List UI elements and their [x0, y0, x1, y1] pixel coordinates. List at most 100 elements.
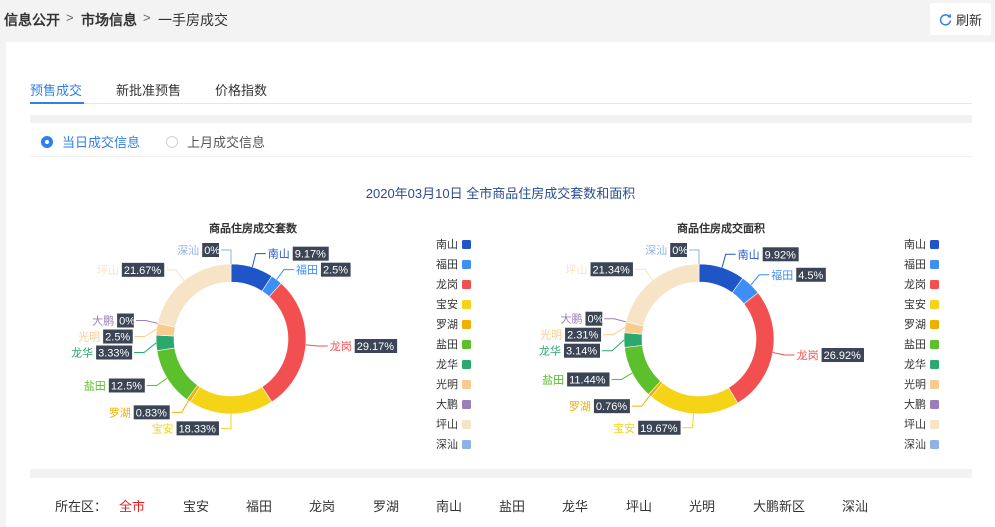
legend-swatch[interactable]: [930, 280, 939, 289]
district-option[interactable]: 全市: [119, 496, 145, 515]
district-option[interactable]: 福田: [246, 496, 272, 515]
legend-swatch[interactable]: [930, 340, 939, 349]
district-option[interactable]: 龙华: [562, 496, 588, 515]
legend-label: 南山: [904, 238, 926, 251]
label-leader-line: [750, 274, 770, 286]
pie-slice[interactable]: [728, 292, 775, 404]
slice-value-label: 0%: [204, 245, 220, 257]
legend-swatch[interactable]: [930, 300, 939, 309]
pie-slice[interactable]: [156, 347, 198, 401]
slice-name-label: 龙华: [71, 346, 93, 360]
slice-name-label: 光明: [78, 330, 100, 344]
breadcrumb-info-public[interactable]: 信息公开: [4, 10, 60, 30]
legend-swatch[interactable]: [462, 340, 471, 349]
district-option[interactable]: 大鹏新区: [753, 496, 805, 515]
legend-swatch[interactable]: [462, 440, 471, 449]
slice-name-label: 盐田: [84, 380, 106, 393]
legend-swatch[interactable]: [930, 420, 939, 429]
breadcrumb-separator: >: [143, 10, 151, 25]
slice-name-label: 深汕: [177, 244, 199, 257]
slice-name-label: 罗湖: [109, 406, 131, 419]
district-option[interactable]: 罗湖: [373, 496, 399, 515]
legend-swatch[interactable]: [930, 320, 939, 329]
legend-label: 盐田: [436, 338, 458, 351]
legend-swatch[interactable]: [462, 380, 471, 389]
legend-label: 龙华: [904, 357, 926, 371]
legend-label: 坪山: [436, 418, 458, 431]
slice-value-label: 0.76%: [596, 401, 627, 413]
slice-name-label: 光明: [540, 328, 562, 342]
legend-label: 光明: [436, 377, 458, 391]
legend-swatch[interactable]: [930, 240, 939, 249]
legend-swatch[interactable]: [462, 240, 471, 249]
district-option[interactable]: 宝安: [183, 496, 209, 515]
label-leader-line: [603, 326, 626, 336]
label-leader-line: [634, 268, 653, 281]
district-option[interactable]: 深汕: [842, 496, 868, 515]
label-leader-line: [171, 400, 189, 413]
district-option[interactable]: 龙岗: [309, 496, 335, 515]
slice-name-label: 深汕: [645, 244, 667, 257]
refresh-button[interactable]: 刷新: [930, 3, 991, 35]
slice-name-label: 盐田: [542, 373, 564, 386]
legend-swatch[interactable]: [462, 280, 471, 289]
district-option[interactable]: 南山: [436, 496, 462, 515]
slice-name-label: 宝安: [152, 421, 174, 435]
pie-slice[interactable]: [625, 263, 700, 327]
slice-name-label: 罗湖: [569, 400, 591, 413]
pie-slice[interactable]: [189, 386, 273, 415]
label-leader-line: [772, 352, 795, 356]
pie-slice[interactable]: [623, 332, 643, 348]
slice-value-label: 4.5%: [798, 270, 823, 282]
slice-value-label: 2.5%: [323, 265, 348, 277]
district-filter-label: 所在区：: [55, 499, 108, 514]
pie-slice[interactable]: [650, 382, 739, 415]
slice-name-label: 大鹏: [560, 312, 582, 326]
legend-swatch[interactable]: [462, 360, 471, 369]
legend-swatch[interactable]: [462, 320, 471, 329]
slice-name-label: 福田: [296, 263, 318, 277]
district-option[interactable]: 光明: [689, 496, 715, 515]
slice-name-label: 龙华: [539, 344, 561, 358]
breadcrumb-current: 一手房成交: [158, 12, 228, 28]
legend-label: 罗湖: [436, 318, 458, 331]
legend-label: 大鹏: [436, 397, 458, 411]
pie-slice[interactable]: [157, 263, 232, 328]
district-option[interactable]: 坪山: [626, 496, 652, 515]
section-divider: [30, 469, 972, 478]
legend-swatch[interactable]: [462, 400, 471, 409]
slice-value-label: 26.92%: [824, 350, 862, 362]
pie-slice[interactable]: [624, 345, 662, 395]
slice-value-label: 9.17%: [295, 249, 326, 261]
legend-label: 宝安: [436, 297, 458, 311]
legend-swatch[interactable]: [930, 360, 939, 369]
legend-label: 南山: [436, 238, 458, 251]
legend-label: 福田: [904, 257, 926, 271]
slice-value-label: 29.17%: [357, 341, 395, 353]
legend-swatch[interactable]: [462, 300, 471, 309]
legend-label: 光明: [904, 377, 926, 391]
slice-value-label: 0%: [672, 245, 688, 257]
legend-swatch[interactable]: [930, 380, 939, 389]
district-option[interactable]: 盐田: [499, 496, 525, 515]
legend-label: 宝安: [904, 297, 926, 311]
donut-charts: 商品住房成交套数南山 9.17% 福田 2.5% 龙岗 29.17% 宝安 18.33% 罗湖 0…: [71, 221, 939, 451]
slice-value-label: 19.67%: [640, 423, 678, 435]
top-bar: 信息公开 > 市场信息 > 一手房成交 刷新: [0, 0, 995, 40]
slice-value-label: 0.83%: [136, 407, 167, 419]
pie-slice[interactable]: [261, 282, 307, 403]
label-leader-line: [276, 269, 294, 280]
breadcrumb-market-info[interactable]: 市场信息: [81, 10, 137, 30]
slice-value-label: 21.67%: [124, 265, 162, 277]
legend-swatch[interactable]: [930, 440, 939, 449]
slice-value-label: 0%: [587, 314, 603, 326]
slice-value-label: 2.31%: [567, 330, 598, 342]
legend-swatch[interactable]: [930, 260, 939, 269]
label-leader-line: [220, 413, 232, 429]
legend-swatch[interactable]: [462, 420, 471, 429]
legend-swatch[interactable]: [462, 260, 471, 269]
legend-swatch[interactable]: [930, 400, 939, 409]
slice-value-label: 0%: [119, 316, 135, 328]
pie-slice[interactable]: [155, 334, 176, 352]
breadcrumb-separator: >: [66, 10, 74, 25]
